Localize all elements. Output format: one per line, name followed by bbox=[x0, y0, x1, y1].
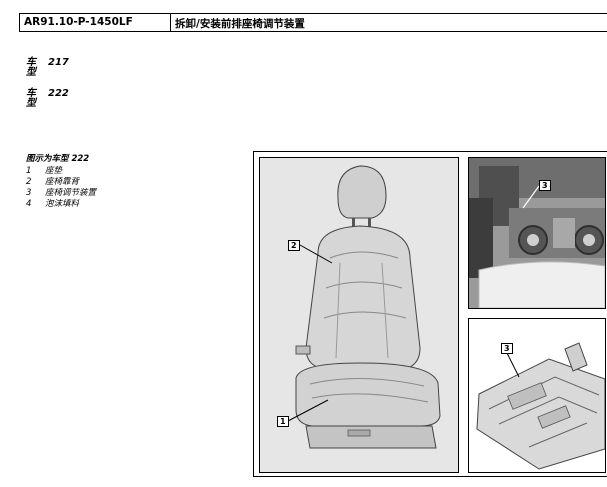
legend-number: 3 bbox=[26, 188, 32, 198]
legend-text: 座椅调节装置 bbox=[45, 188, 97, 198]
adjuster-underside-photo bbox=[469, 158, 605, 308]
model-label: 车型 bbox=[26, 57, 36, 78]
legend-number: 1 bbox=[26, 166, 32, 176]
document-title: 拆卸/安装前排座椅调节装置 bbox=[175, 18, 305, 30]
legend-number: 4 bbox=[26, 199, 32, 209]
callout-adjuster-top: 3 bbox=[539, 180, 551, 191]
callout-seat-cushion: 1 bbox=[277, 416, 289, 427]
legend-item: 1 座垫 bbox=[26, 166, 96, 177]
callout-seat-backrest: 2 bbox=[288, 240, 300, 251]
legend-heading: 图示为车型 222 bbox=[26, 154, 90, 164]
model-value: 222 bbox=[48, 88, 69, 99]
figure-frame: 2 1 3 3 bbox=[253, 151, 607, 477]
model-value: 217 bbox=[48, 57, 69, 68]
document-header: AR91.10-P-1450LF 拆卸/安装前排座椅调节装置 bbox=[19, 13, 607, 32]
adjuster-underside-panel: 3 bbox=[468, 157, 606, 309]
model-line-222: 车型 222 bbox=[26, 89, 69, 109]
figure-legend: 图示为车型 222 1 座垫 2 座椅靠背 3 座椅调节装置 4 泡沫填料 bbox=[26, 152, 96, 210]
seat-illustration bbox=[260, 158, 458, 472]
seat-illustration-panel: 2 1 bbox=[259, 157, 459, 473]
legend-item: 3 座椅调节装置 bbox=[26, 188, 96, 199]
document-code: AR91.10-P-1450LF bbox=[20, 14, 171, 31]
legend-number: 2 bbox=[26, 177, 32, 187]
legend-text: 座垫 bbox=[45, 166, 63, 176]
legend-text: 泡沫填料 bbox=[45, 199, 80, 209]
model-line-217: 车型 217 bbox=[26, 58, 69, 78]
adjuster-assembly-illustration bbox=[469, 319, 605, 472]
adjuster-assembly-panel: 3 bbox=[468, 318, 606, 473]
model-label: 车型 bbox=[26, 88, 36, 109]
callout-adjuster-bottom: 3 bbox=[501, 343, 513, 354]
legend-text: 座椅靠背 bbox=[45, 177, 80, 187]
legend-item: 4 泡沫填料 bbox=[26, 199, 96, 210]
legend-item: 2 座椅靠背 bbox=[26, 177, 96, 188]
